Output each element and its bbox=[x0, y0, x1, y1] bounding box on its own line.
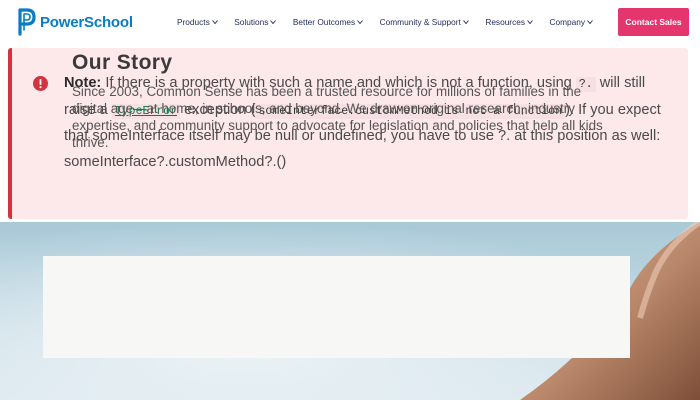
chevron-down-icon bbox=[270, 20, 277, 25]
hero-banner bbox=[0, 222, 700, 400]
chevron-down-icon bbox=[357, 20, 364, 25]
story-card bbox=[43, 256, 630, 358]
nav-item-products[interactable]: Products bbox=[177, 17, 218, 27]
brand-name: PowerSchool bbox=[40, 13, 133, 31]
nav-item-label: Better Outcomes bbox=[292, 17, 356, 27]
nav-item-label: Resources bbox=[485, 17, 525, 27]
chevron-down-icon bbox=[211, 20, 218, 25]
chevron-down-icon bbox=[587, 20, 593, 25]
nav-item-community-support[interactable]: Community & Support bbox=[380, 17, 469, 27]
nav-item-company[interactable]: Company bbox=[550, 17, 594, 27]
chevron-down-icon bbox=[527, 20, 533, 25]
story-body: Since 2003, Common Sense has been a trus… bbox=[72, 84, 603, 150]
nav-item-label: Solutions bbox=[234, 17, 269, 27]
contact-sales-button[interactable]: Contact Sales bbox=[618, 8, 689, 36]
nav-item-resources[interactable]: Resources bbox=[485, 17, 533, 27]
powerschool-logo[interactable]: PowerSchool bbox=[18, 8, 133, 36]
nav-item-label: Company bbox=[549, 17, 586, 27]
nav-item-solutions[interactable]: Solutions bbox=[234, 17, 277, 27]
nav-item-label: Community & Support bbox=[379, 17, 461, 27]
chevron-down-icon bbox=[462, 20, 469, 25]
nav-item-label: Products bbox=[177, 17, 210, 27]
story-title: Our Story bbox=[72, 51, 173, 74]
site-header: PowerSchool Products Solutions Better Ou… bbox=[0, 0, 700, 46]
nav-item-better-outcomes[interactable]: Better Outcomes bbox=[292, 17, 364, 27]
main-nav: Products Solutions Better Outcomes Commu… bbox=[177, 17, 610, 27]
powerschool-logo-icon bbox=[18, 8, 36, 36]
warning-icon bbox=[33, 76, 48, 91]
